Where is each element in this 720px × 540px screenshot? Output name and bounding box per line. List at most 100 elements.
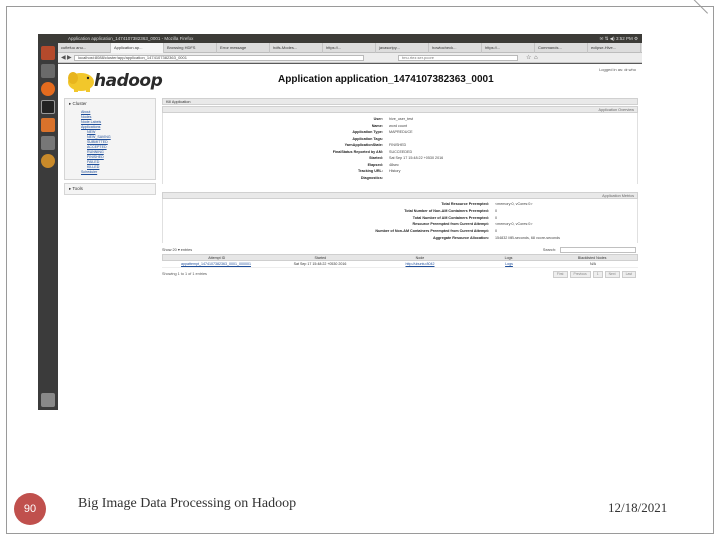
forward-icon[interactable]: ▶	[67, 54, 72, 62]
slide-footer-title: Big Image Data Processing on Hadoop	[78, 496, 297, 511]
info-key: Elapsed:	[367, 162, 383, 167]
info-key: Total Number of Non-AM Containers Preemp…	[404, 208, 489, 213]
info-key: Name:	[371, 123, 383, 128]
info-key: Diagnostics:	[360, 175, 383, 180]
info-key: Number of Non-AM Containers Preempted fr…	[375, 229, 489, 234]
settings-icon[interactable]	[41, 136, 55, 150]
info-row: Diagnostics:	[163, 175, 639, 181]
table-info: Showing 1 to 1 of 1 entries	[162, 272, 207, 276]
info-key: Started:	[369, 156, 383, 160]
table-cell[interactable]: appattempt_1474107382363_0001_000001	[162, 261, 270, 267]
info-row: Application Tags:	[163, 136, 639, 142]
table-cell[interactable]: Logs	[470, 261, 548, 267]
software-center-icon[interactable]	[41, 118, 55, 132]
sidebar: ▸ Cluster About Nodes Node Labels Applicati…	[64, 98, 156, 198]
table-column-header[interactable]: Node	[370, 255, 470, 260]
pager-button[interactable]: 1	[592, 271, 603, 278]
info-value: 154832 MB-seconds, 68 vcore-seconds	[495, 236, 560, 240]
pager-button[interactable]: Last	[621, 271, 636, 278]
info-key: FinalStatus Reported by AM:	[332, 149, 383, 154]
hadoop-logo: hadoop	[66, 69, 163, 95]
back-icon[interactable]: ◀	[61, 54, 66, 62]
info-row: Tracking URL: History	[163, 168, 639, 174]
info-row: Resource Preempted from Current Attempt:…	[163, 221, 639, 227]
attempts-table-header: Attempt ID Started Node Logs Blacklisted Nod…	[162, 254, 638, 261]
info-row: Number of Non-AM Containers Preempted fr…	[163, 228, 639, 234]
browser-tab[interactable]: Commands...	[535, 43, 588, 53]
info-value: <memory:0, vCores:0>	[495, 202, 533, 206]
info-key: Total Number of AM Containers Preempted:	[412, 215, 489, 220]
info-value: MAPREDUCE	[389, 130, 413, 134]
browser-tab[interactable]: hdfs-Modes...	[270, 43, 323, 53]
url-input[interactable]: localhost:8088/cluster/app/application_1…	[74, 55, 364, 61]
table-row: appattempt_1474107382363_0001_000001 Sat …	[162, 261, 638, 268]
table-column-header[interactable]: Attempt ID	[163, 255, 271, 260]
table-column-header[interactable]: Blacklisted Nodes	[547, 255, 637, 260]
browser-tab[interactable]: https://...	[323, 43, 376, 53]
info-value[interactable]: History	[389, 168, 400, 174]
dash-home-icon[interactable]	[41, 46, 55, 60]
sidebar-cluster-toggle[interactable]: ▸ Cluster	[65, 99, 155, 109]
table-search-input[interactable]	[560, 247, 636, 253]
app-icon[interactable]	[41, 154, 55, 168]
sidebar-tools-section: ▸ Tools	[64, 183, 156, 195]
info-row: YarnApplicationState: FINISHED	[163, 142, 639, 148]
info-row: Total Resource Preempted: <memory:0, vCor…	[163, 201, 639, 207]
files-icon[interactable]	[41, 64, 55, 78]
sidebar-cluster-links: About Nodes Node Labels Applications NEW NEW_…	[65, 109, 155, 179]
page-title: Application application_1474107382363_00…	[278, 74, 494, 85]
table-cell[interactable]: http://ubuntu:8042	[370, 261, 470, 267]
terminal-icon[interactable]	[41, 100, 55, 114]
firefox-icon[interactable]	[41, 82, 55, 96]
info-key: YarnApplicationState:	[344, 143, 383, 147]
table-column-header[interactable]: Logs	[470, 255, 548, 260]
browser-tab[interactable]: eclipse-Hive...	[588, 43, 641, 53]
info-row: Started: Sat Sep 17 15:48:22 +0530 2016	[163, 155, 639, 161]
search-input[interactable]: tmu.rtez.ser.pcore	[398, 55, 518, 61]
info-value: Sat Sep 17 15:48:22 +0530 2016	[389, 156, 444, 160]
browser-tab[interactable]: howtocheck...	[429, 43, 482, 53]
info-row: User: hive_user_test	[163, 116, 639, 122]
info-key: Total Resource Preempted:	[441, 202, 489, 206]
sidebar-tools-toggle[interactable]: ▸ Tools	[65, 184, 155, 194]
trash-icon[interactable]	[41, 393, 55, 407]
table-cell: N/A	[590, 262, 596, 266]
info-row: Total Number of AM Containers Preempted:…	[163, 215, 639, 221]
info-row: Application Type: MAPREDUCE	[163, 129, 639, 135]
browser-tab[interactable]: Error message	[217, 43, 270, 53]
pager-button[interactable]: First	[552, 271, 568, 278]
browser-tab[interactable]: Application ap...	[111, 43, 164, 53]
info-value: FINISHED	[389, 143, 407, 147]
clock: 3:52 PM	[615, 36, 633, 41]
info-row: Elapsed: 48sec	[163, 162, 639, 168]
pager-button[interactable]: Next	[604, 271, 620, 278]
slide-date: 12/18/2021	[608, 500, 668, 515]
window-titlebar: Application application_1474107382363_00…	[38, 34, 642, 43]
table-search-label: Search:	[542, 248, 556, 252]
info-value: hive_user_test	[389, 117, 413, 121]
entries-select[interactable]: Show 20 ▾ entries	[162, 248, 192, 252]
table-column-header[interactable]: Started	[271, 255, 371, 260]
browser-tab[interactable]: cuflefuu anu...	[58, 43, 111, 53]
application-overview: User: hive_user_test Name: word count Applic…	[162, 113, 638, 184]
kill-application-link[interactable]: Kill Application	[166, 100, 190, 104]
sidebar-link[interactable]: Scheduler	[81, 170, 155, 175]
info-value: 48sec	[389, 162, 399, 167]
browser-tab[interactable]: javascripy...	[376, 43, 429, 53]
metrics-section-header: Application Metrics	[162, 192, 638, 199]
kill-application-bar: Kill Application	[162, 98, 638, 105]
info-value: 0	[495, 208, 498, 213]
table-pager: First Previous 1 Next Last	[552, 271, 636, 278]
attempts-table-controls: Show 20 ▾ entries Search:	[162, 246, 638, 254]
bookmark-star-icon[interactable]: ☆	[526, 54, 531, 62]
launcher-bar	[38, 43, 58, 410]
info-value: 0	[495, 215, 498, 220]
table-cell: Sat Sep 17 15:48:22 +0530 2016	[293, 262, 347, 266]
home-icon[interactable]: ⌂	[534, 54, 538, 62]
info-key: Application Tags:	[352, 136, 383, 141]
info-row: Name: word count	[163, 123, 639, 129]
browser-tab[interactable]: https://...	[482, 43, 535, 53]
browser-tab[interactable]: Browsing HDFS	[164, 43, 217, 53]
pager-button[interactable]: Previous	[569, 271, 591, 278]
logo-text: hadoop	[94, 71, 163, 91]
